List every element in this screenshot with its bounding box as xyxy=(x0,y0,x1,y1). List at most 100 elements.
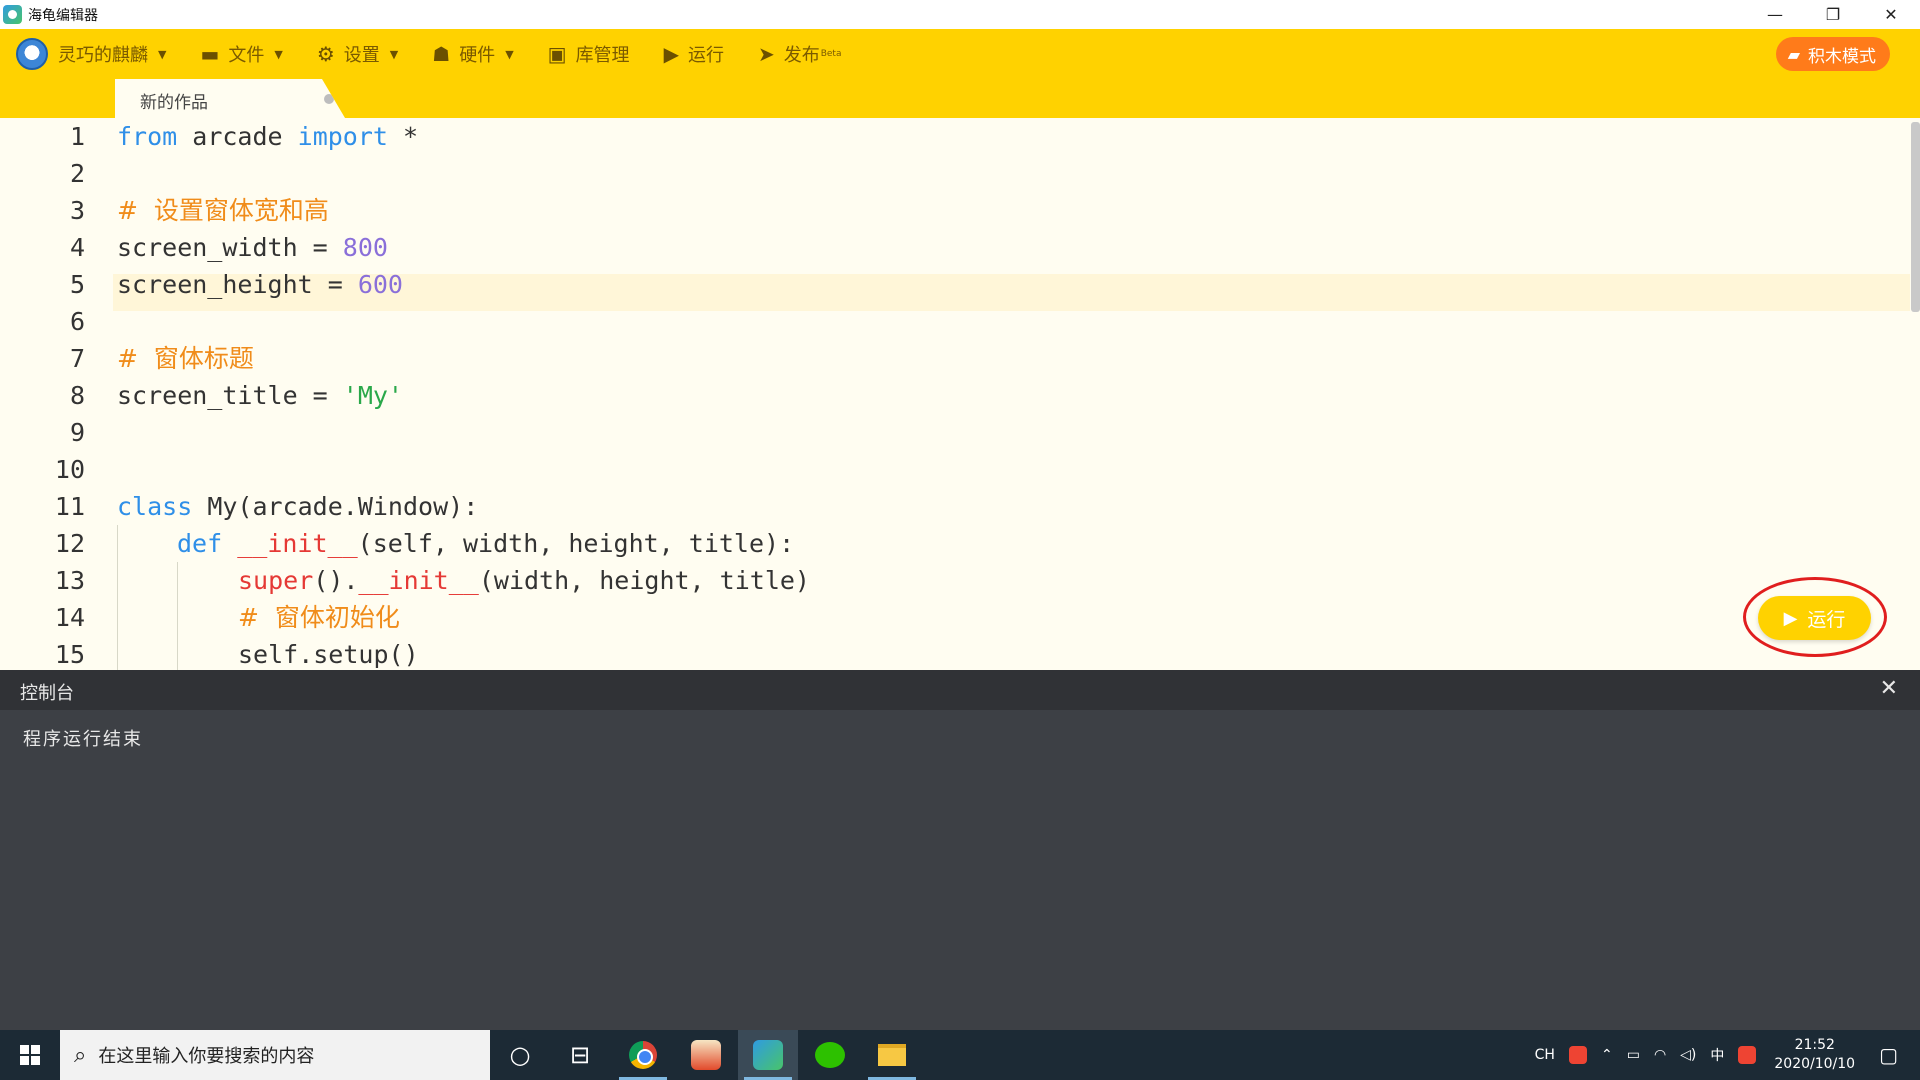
code-text: arcade xyxy=(177,122,298,151)
line-number: 6 xyxy=(69,307,85,336)
wifi-icon[interactable]: ◠ xyxy=(1654,1047,1666,1063)
builtin: super xyxy=(238,566,314,595)
wechat-app[interactable] xyxy=(800,1030,860,1080)
library-manager-button[interactable]: ▣ 库管理 xyxy=(548,29,630,79)
clock[interactable]: 21:52 2020/10/10 xyxy=(1774,1036,1855,1074)
tab-bar: 新的作品 xyxy=(0,79,1920,118)
line-number: 11 xyxy=(54,492,85,521)
turtle-editor-app[interactable] xyxy=(738,1030,798,1080)
indent-guide xyxy=(117,525,118,670)
cortana-icon[interactable]: ○ xyxy=(490,1030,550,1080)
tab-label: 新的作品 xyxy=(140,93,208,113)
main-toolbar: 灵巧的麒麟 ▼ ▬ 文件 ▼ ⚙ 设置 ▼ ☗ 硬件 ▼ ▣ 库管理 ▶ 运行 … xyxy=(0,29,1920,79)
line-number: 5 xyxy=(69,270,85,299)
code-line-11: class My(arcade.Window): xyxy=(117,488,478,525)
system-tray: CH ⌃ ▭ ◠ ◁) 中 21:52 2020/10/10 ▢ xyxy=(1535,1030,1920,1080)
beta-badge: Beta xyxy=(820,49,842,59)
user-name: 灵巧的麒麟 xyxy=(58,45,148,66)
gear-icon: ⚙ xyxy=(316,42,335,66)
chrome-app[interactable] xyxy=(613,1030,673,1080)
run-button-label: 运行 xyxy=(1807,608,1846,631)
unsaved-dot-icon[interactable] xyxy=(324,94,334,104)
code-line-3: # 设置窗体宽和高 xyxy=(117,196,329,225)
chevron-down-icon: ▼ xyxy=(158,47,167,61)
minimize-button[interactable]: — xyxy=(1746,0,1804,29)
search-icon: ⌕ xyxy=(74,1042,87,1068)
console-close-icon[interactable]: ✕ xyxy=(1880,676,1898,701)
dunder-method: __init__ xyxy=(237,529,358,558)
toolbar-run-button[interactable]: ▶ 运行 xyxy=(664,29,724,79)
line-number: 3 xyxy=(69,196,85,225)
chevron-down-icon: ▼ xyxy=(274,47,283,61)
chrome-icon xyxy=(629,1041,657,1069)
line-number: 12 xyxy=(54,529,85,558)
blocks-icon: ▰ xyxy=(1787,44,1800,64)
sogou-ime-icon[interactable] xyxy=(1568,1046,1587,1064)
number-literal: 800 xyxy=(342,233,388,262)
clock-date: 2020/10/10 xyxy=(1774,1056,1856,1072)
start-button[interactable] xyxy=(0,1030,60,1080)
line-number: 13 xyxy=(54,566,85,595)
notification-icon[interactable]: ▢ xyxy=(1879,1043,1898,1067)
string-literal: 'My' xyxy=(342,381,403,410)
chevron-up-icon[interactable]: ⌃ xyxy=(1601,1047,1613,1063)
console-output: 程序运行结束 xyxy=(23,729,143,750)
file-menu[interactable]: ▬ 文件 ▼ xyxy=(200,29,282,79)
ime-mode[interactable]: 中 xyxy=(1710,1045,1724,1065)
publish-button[interactable]: ➤ 发布 Beta xyxy=(758,29,842,79)
robot-icon: ☗ xyxy=(432,42,451,66)
floating-run-button[interactable]: ▶ 运行 xyxy=(1758,596,1871,640)
line-number: 9 xyxy=(69,418,85,447)
chevron-down-icon: ▼ xyxy=(389,47,399,61)
hardware-menu[interactable]: ☗ 硬件 ▼ xyxy=(432,29,513,79)
number-literal: 600 xyxy=(357,270,403,299)
task-view-icon[interactable]: ⊟ xyxy=(550,1030,610,1080)
sogou-icon[interactable] xyxy=(1738,1046,1757,1064)
line-number: 7 xyxy=(69,344,85,373)
code-text: screen_title = xyxy=(117,381,343,410)
search-input[interactable]: 在这里输入你要搜索的内容 xyxy=(98,1042,314,1068)
library-label: 库管理 xyxy=(575,45,630,66)
clock-time: 21:52 xyxy=(1794,1037,1835,1053)
language-indicator[interactable]: CH xyxy=(1535,1047,1555,1063)
code-line-15: self.setup() xyxy=(238,640,419,669)
windows-logo-icon xyxy=(20,1045,40,1065)
code-text: * xyxy=(387,122,419,151)
hardware-menu-label: 硬件 xyxy=(459,45,496,66)
line-number: 8 xyxy=(69,381,85,410)
block-mode-label: 积木模式 xyxy=(1808,46,1876,67)
code-text: (). xyxy=(313,566,359,595)
game-app[interactable] xyxy=(676,1030,736,1080)
volume-icon[interactable]: ◁) xyxy=(1680,1047,1696,1063)
code-text: screen_width = xyxy=(117,233,343,262)
settings-menu[interactable]: ⚙ 设置 ▼ xyxy=(317,29,398,79)
line-number: 14 xyxy=(54,603,85,632)
windows-taskbar: ⌕ 在这里输入你要搜索的内容 ○ ⊟ CH ⌃ ▭ ◠ ◁) 中 21:52 2… xyxy=(0,1030,1920,1080)
file-explorer-app[interactable] xyxy=(862,1030,922,1080)
code-editor[interactable]: 1 2 3 4 5 6 7 8 9 10 11 12 13 14 15 from… xyxy=(0,118,1920,670)
play-circle-icon: ▶ xyxy=(663,42,679,66)
code-line-12: def __init__(self, width, height, title)… xyxy=(177,525,794,562)
line-number: 10 xyxy=(54,455,85,484)
keyword: import xyxy=(297,122,388,151)
tab-new-work[interactable]: 新的作品 xyxy=(115,79,345,118)
code-line-14: # 窗体初始化 xyxy=(238,603,400,632)
code-text: (self, width, height, title): xyxy=(357,529,795,558)
editor-scrollbar[interactable] xyxy=(1911,122,1920,312)
indent-guide xyxy=(177,562,178,670)
user-menu[interactable]: 灵巧的麒麟 ▼ xyxy=(0,29,166,79)
close-button[interactable]: ✕ xyxy=(1862,0,1920,29)
app-logo-icon xyxy=(3,5,22,24)
chevron-down-icon: ▼ xyxy=(505,47,514,61)
code-line-4: screen_width = 800 xyxy=(117,229,388,266)
taskbar-search[interactable]: ⌕ 在这里输入你要搜索的内容 xyxy=(60,1030,490,1080)
restore-button[interactable]: ❐ xyxy=(1804,0,1862,29)
settings-menu-label: 设置 xyxy=(343,45,380,66)
keyword: def xyxy=(177,529,223,558)
run-label: 运行 xyxy=(687,45,724,66)
console-header: 控制台 ✕ xyxy=(0,670,1920,710)
block-mode-button[interactable]: ▰ 积木模式 xyxy=(1775,37,1890,71)
battery-icon[interactable]: ▭ xyxy=(1627,1047,1640,1063)
window-controls: — ❐ ✕ xyxy=(1746,0,1920,29)
paper-plane-icon: ➤ xyxy=(757,42,775,66)
